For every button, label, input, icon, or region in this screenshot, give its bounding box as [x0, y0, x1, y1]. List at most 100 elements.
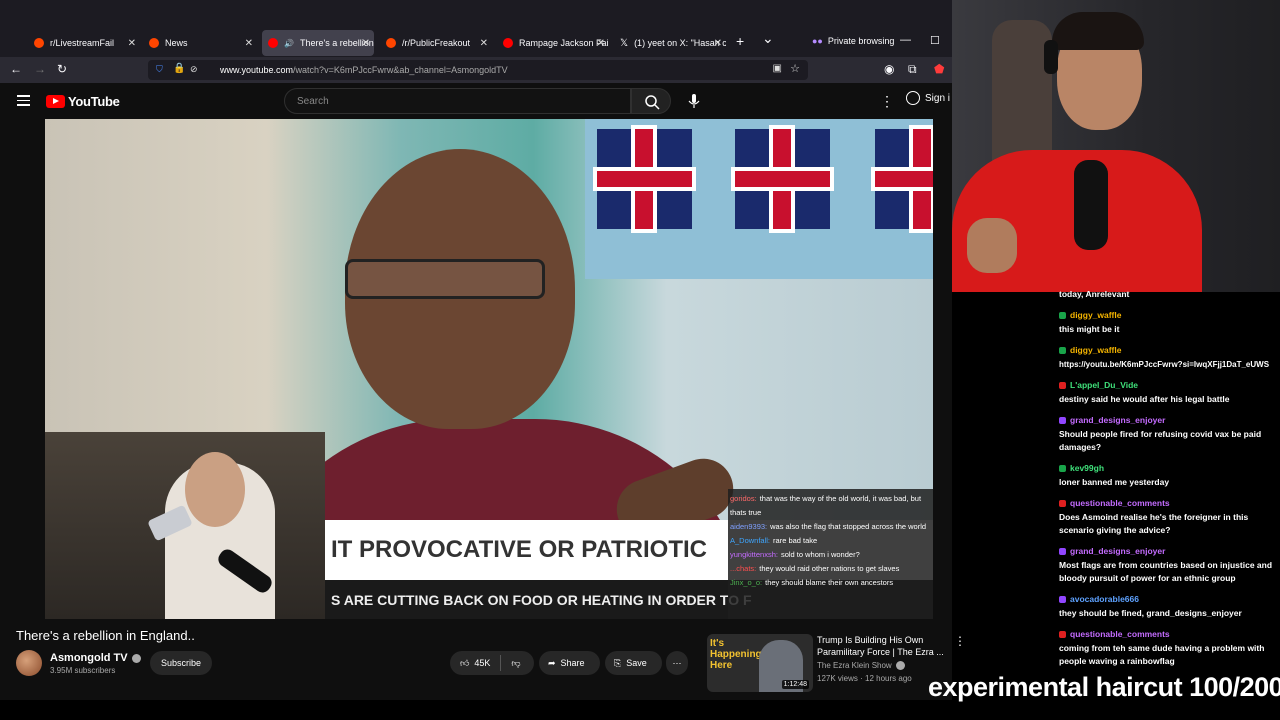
- sign-in-button[interactable]: Sign i: [906, 91, 950, 105]
- tab-label: News: [165, 38, 188, 48]
- union-jack-flag: [597, 129, 692, 229]
- channel-avatar[interactable]: [16, 650, 42, 676]
- presenter-glasses: [345, 259, 545, 299]
- menu-icon[interactable]: [17, 95, 30, 106]
- chat-message-text: Should people fired for refusing covid v…: [1059, 429, 1262, 452]
- dislike-button[interactable]: 👎︎: [501, 658, 530, 669]
- verified-icon: [131, 653, 141, 663]
- youtube-icon: [503, 38, 513, 48]
- permissions-icon[interactable]: ⊘: [190, 64, 198, 75]
- recommended-title[interactable]: Trump Is Building His Own Paramilitary F…: [817, 634, 947, 658]
- verified-icon: [895, 661, 905, 671]
- streamer-hand: [967, 218, 1017, 273]
- video-title: There's a rebellion in England..: [16, 628, 195, 643]
- chat-username: questionable_comments: [1070, 498, 1170, 508]
- youtube-logo[interactable]: YouTube: [46, 94, 120, 109]
- like-dislike-group: 👍︎ 45K 👎︎: [450, 651, 534, 675]
- channel-name[interactable]: Asmongold TV: [50, 652, 141, 664]
- settings-kebab-icon[interactable]: ⋮: [880, 93, 894, 110]
- union-jack-flag: [875, 129, 933, 229]
- tab-livestreamfail[interactable]: r/LivestreamFail ✕: [28, 32, 140, 54]
- close-icon[interactable]: ✕: [480, 38, 488, 49]
- list-tabs-button[interactable]: ⌄: [762, 30, 774, 47]
- close-icon[interactable]: ✕: [362, 38, 370, 49]
- more-actions-button[interactable]: ⋯: [666, 651, 688, 675]
- tab-news[interactable]: News ✕: [143, 32, 257, 54]
- platform-badge-icon: [1059, 346, 1066, 354]
- youtube-icon: [268, 38, 278, 48]
- close-icon[interactable]: ✕: [714, 38, 722, 49]
- search-button[interactable]: [631, 88, 671, 114]
- platform-badge-icon: [1059, 464, 1066, 472]
- subscribe-button[interactable]: Subscribe: [150, 651, 212, 675]
- chat-username: grand_designs_enjoyer: [1070, 546, 1166, 556]
- address-bar[interactable]: ⛉ 🔒 ⊘ www.youtube.com/watch?v=K6mPJccFwr…: [148, 60, 808, 80]
- new-tab-button[interactable]: +: [736, 33, 744, 49]
- recommended-thumbnail[interactable]: It's Happening Here 1:12:48: [707, 634, 813, 692]
- bookmark-star-icon[interactable]: ☆: [790, 62, 800, 75]
- back-button[interactable]: ←: [10, 62, 22, 76]
- chat-username: grand_designs_enjoyer: [1070, 415, 1166, 425]
- thumbs-up-icon: 👍︎: [460, 657, 470, 668]
- tab-publicfreakout[interactable]: /r/PublicFreakout ✕: [380, 32, 492, 54]
- recommended-kebab-icon[interactable]: ⋮: [954, 634, 966, 648]
- chat-message: kev99gh loner banned me yesterday: [1059, 462, 1280, 489]
- extensions-icon[interactable]: ⧉: [908, 62, 917, 77]
- close-icon[interactable]: ✕: [128, 38, 136, 49]
- recommended-channel[interactable]: The Ezra Klein Show: [817, 661, 905, 671]
- video-background-screen: [585, 119, 933, 279]
- forward-button[interactable]: →: [34, 62, 46, 76]
- private-browsing-indicator: ●● Private browsing: [812, 36, 894, 46]
- speaker-icon[interactable]: 🔊: [284, 39, 294, 48]
- save-button[interactable]: ⎘ Save: [605, 651, 662, 675]
- minimize-button[interactable]: —: [900, 34, 911, 46]
- reload-button[interactable]: ↻: [57, 62, 67, 76]
- tab-label: (1) yeet on X: "Hasan c: [634, 38, 726, 48]
- lock-icon[interactable]: 🔒: [173, 63, 185, 74]
- close-icon[interactable]: ✕: [597, 38, 605, 49]
- chat-message: grand_designs_enjoyer Most flags are fro…: [1059, 545, 1280, 585]
- url-text[interactable]: www.youtube.com/watch?v=K6mPJccFwrw&ab_c…: [220, 65, 508, 75]
- video-chat-line: A_Downfall: rare bad take: [730, 534, 931, 548]
- nav-toolbar: ← → ↻ ⛉ 🔒 ⊘ www.youtube.com/watch?v=K6mP…: [0, 57, 952, 83]
- chat-message: questionable_comments coming from teh sa…: [1059, 628, 1280, 668]
- share-button[interactable]: ➦ Share: [539, 651, 600, 675]
- account-icon[interactable]: ◉: [884, 62, 894, 76]
- tab-youtube-active[interactable]: 🔊 There's a rebellion ✕: [262, 30, 374, 56]
- video-player[interactable]: IT PROVOCATIVE OR PATRIOTIC S ARE CUTTIN…: [45, 119, 933, 619]
- like-button[interactable]: 👍︎ 45K: [450, 658, 500, 669]
- close-icon[interactable]: ✕: [245, 38, 253, 49]
- video-chat-line: aiden9393: was also the flag that stopped…: [730, 520, 931, 534]
- tab-x-post[interactable]: 𝕏 (1) yeet on X: "Hasan c ✕: [614, 32, 726, 54]
- chat-user: ...chats:: [730, 564, 757, 573]
- stream-caption: experimental haircut 100/200: [928, 672, 1280, 702]
- share-label: Share: [560, 658, 585, 668]
- picture-in-picture-icon[interactable]: ▣: [773, 63, 782, 74]
- subscriber-count: 3.95M subscribers: [50, 666, 116, 675]
- chat-message-text: coming from teh same dude having a probl…: [1059, 643, 1265, 666]
- shield-icon[interactable]: ⛉: [156, 64, 163, 75]
- save-label: Save: [626, 658, 647, 668]
- search-input[interactable]: [285, 89, 605, 113]
- platform-badge-icon: [1059, 311, 1066, 319]
- reddit-icon: [149, 38, 159, 48]
- private-label: Private browsing: [827, 36, 895, 46]
- search-icon: [645, 95, 660, 110]
- tab-rampage-jackson[interactable]: Rampage Jackson Faile ✕: [497, 32, 609, 54]
- video-chat-line: yungkittenxsh: sold to whom i wonder?: [730, 548, 931, 562]
- chat-message-text: loner banned me yesterday: [1059, 477, 1170, 487]
- video-chat-line: Jinx_o_o: they should blame their own anc…: [730, 576, 931, 590]
- maximize-button[interactable]: ☐: [930, 34, 940, 47]
- voice-search-button[interactable]: [683, 90, 705, 112]
- chat-message: diggy_waffle this might be it: [1059, 309, 1280, 336]
- search-box: [284, 88, 631, 114]
- video-chat-line: goridos: that was the way of the old worl…: [730, 492, 931, 520]
- chat-message: today, Anrelevant: [1059, 288, 1280, 301]
- thumbnail-text: It's Happening Here: [710, 638, 762, 671]
- chat-text: rare bad take: [773, 536, 818, 545]
- chat-text: that was the way of the old world, it wa…: [730, 494, 922, 517]
- reddit-icon: [386, 38, 396, 48]
- ublock-icon[interactable]: ⬟: [934, 62, 944, 76]
- chat-user: aiden9393:: [730, 522, 768, 531]
- chat-user: goridos:: [730, 494, 757, 503]
